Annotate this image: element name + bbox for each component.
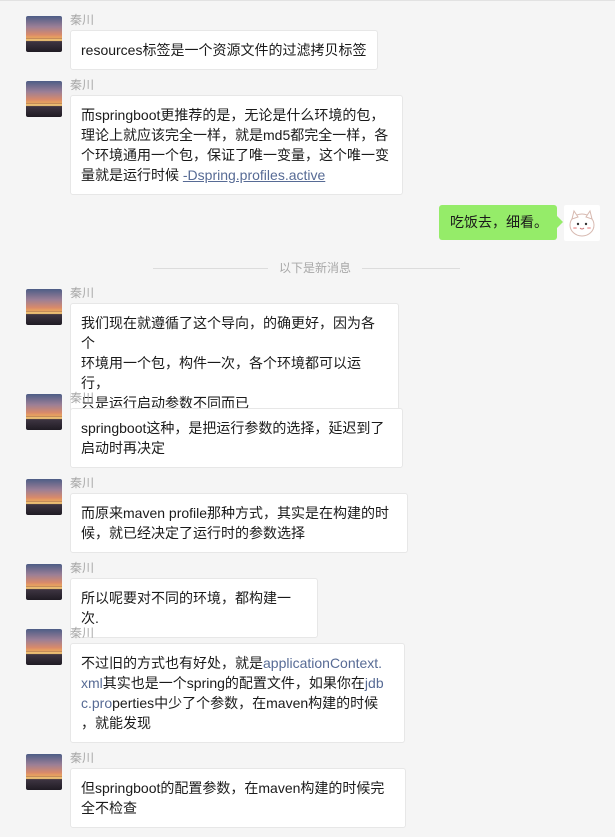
sunset-avatar-icon[interactable] <box>26 629 62 665</box>
sunset-avatar-icon[interactable] <box>26 289 62 325</box>
message-bubble[interactable]: 我们现在就遵循了这个导向，的确更好，因为各个 环境用一个包，构件一次，各个环境都可… <box>70 303 399 423</box>
new-messages-divider: 以下是新消息 <box>0 260 615 276</box>
message-bubble[interactable]: 而原来maven profile那种方式，其实是在构建的时 候，就已经决定了运行时… <box>70 493 408 553</box>
message-bubble[interactable]: 不过旧的方式也有好处，就是applicationContext. xml其实也是一… <box>70 643 405 743</box>
sender-name: 秦川 <box>70 626 95 640</box>
message-bubble[interactable]: 但springboot的配置参数，在maven构建的时候完 全不检查 <box>70 768 406 828</box>
highlight-text: jdb <box>364 675 384 691</box>
top-divider <box>0 0 615 1</box>
sunset-avatar-icon[interactable] <box>26 16 62 52</box>
sunset-avatar-icon[interactable] <box>26 564 62 600</box>
message-bubble[interactable]: 而springboot更推荐的是，无论是什么环境的包， 理论上就应该完全一样，就是… <box>70 95 403 195</box>
profile-link[interactable]: -Dspring.profiles.active <box>183 167 325 183</box>
message-bubble[interactable]: springboot这种，是把运行参数的选择，延迟到了 启动时再决定 <box>70 408 403 468</box>
sunset-avatar-icon[interactable] <box>26 81 62 117</box>
highlight-text: c.pro <box>81 695 113 711</box>
sender-name: 秦川 <box>70 286 95 300</box>
sunset-avatar-icon[interactable] <box>26 479 62 515</box>
sender-name: 秦川 <box>70 13 95 27</box>
sender-name: 秦川 <box>70 476 95 490</box>
divider-text: 以下是新消息 <box>278 261 351 275</box>
message-bubble[interactable]: resources标签是一个资源文件的过滤拷贝标签 <box>70 30 378 70</box>
highlight-text: xml <box>81 675 103 691</box>
message-bubble[interactable]: 所以呢要对不同的环境，都构建一次. <box>70 578 318 638</box>
highlight-text: applicationContext. <box>263 655 383 671</box>
self-message-bubble[interactable]: 吃饭去，细看。 <box>439 205 563 240</box>
sunset-avatar-icon[interactable] <box>26 754 62 790</box>
sender-name: 秦川 <box>70 78 95 92</box>
cartoon-avatar-icon[interactable] <box>564 205 600 241</box>
sender-name: 秦川 <box>70 561 95 575</box>
sender-name: 秦川 <box>70 391 95 405</box>
sunset-avatar-icon[interactable] <box>26 394 62 430</box>
sender-name: 秦川 <box>70 751 95 765</box>
